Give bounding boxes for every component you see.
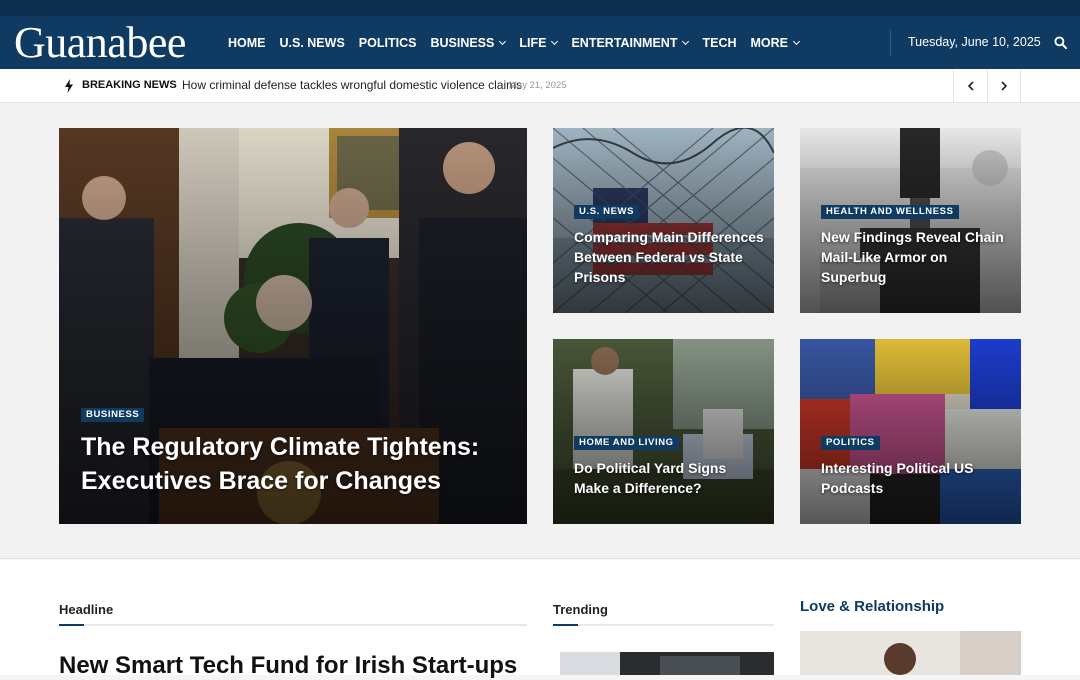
site-header: Guanabee HOME U.S. NEWS POLITICS BUSINES… — [0, 16, 1080, 69]
featured-title[interactable]: Interesting Political US Podcasts — [821, 458, 1011, 498]
current-date: Tuesday, June 10, 2025 — [908, 35, 1041, 49]
category-badge[interactable]: U.S. NEWS — [574, 205, 640, 219]
nav-label: ENTERTAINMENT — [571, 35, 678, 50]
nav-label: U.S. NEWS — [279, 35, 345, 50]
section-divider — [553, 624, 774, 626]
chevron-down-icon — [682, 37, 690, 45]
search-icon[interactable] — [1054, 36, 1067, 49]
love-thumbnail[interactable] — [800, 631, 1021, 675]
breaking-prev-button[interactable] — [953, 69, 987, 102]
featured-card-health[interactable]: HEALTH AND WELLNESS New Findings Reveal … — [800, 128, 1021, 313]
featured-card-us-news[interactable]: U.S. NEWS Comparing Main Differences Bet… — [553, 128, 774, 313]
featured-grid: BUSINESS The Regulatory Climate Tightens… — [0, 103, 1080, 559]
main-nav: HOME U.S. NEWS POLITICS BUSINESS LIFE EN… — [222, 16, 807, 69]
featured-card-politics[interactable]: POLITICS Interesting Political US Podcas… — [800, 339, 1021, 524]
featured-card-home[interactable]: HOME AND LIVING Do Political Yard Signs … — [553, 339, 774, 524]
nav-label: TECH — [702, 35, 737, 50]
category-badge[interactable]: POLITICS — [821, 436, 880, 450]
lightning-icon — [65, 79, 73, 93]
featured-title[interactable]: New Findings Reveal Chain Mail-Like Armo… — [821, 227, 1011, 287]
featured-title[interactable]: Comparing Main Differences Between Feder… — [574, 227, 764, 287]
section-divider — [59, 624, 527, 626]
nav-more[interactable]: MORE — [745, 16, 806, 69]
featured-card-main[interactable]: BUSINESS The Regulatory Climate Tightens… — [59, 128, 527, 524]
nav-life[interactable]: LIFE — [513, 16, 563, 69]
featured-title[interactable]: The Regulatory Climate Tightens: Executi… — [81, 430, 501, 498]
nav-politics[interactable]: POLITICS — [353, 16, 423, 69]
chevron-down-icon — [499, 37, 507, 45]
chevron-right-icon — [1001, 80, 1008, 91]
site-logo[interactable]: Guanabee — [0, 16, 222, 69]
nav-us-news[interactable]: U.S. NEWS — [274, 16, 351, 69]
header-divider — [890, 30, 891, 56]
trending-thumbnail[interactable] — [560, 652, 774, 675]
section-accent — [59, 624, 84, 626]
top-strip — [0, 0, 1080, 16]
lower-sections: Headline Trending Love & Relationship Ne… — [0, 560, 1080, 679]
nav-tech[interactable]: TECH — [696, 16, 742, 69]
breaking-date: May 21, 2025 — [509, 80, 567, 91]
nav-label: MORE — [750, 35, 789, 50]
nav-business[interactable]: BUSINESS — [424, 16, 511, 69]
breaking-headline[interactable]: How criminal defense tackles wrongful do… — [182, 69, 522, 102]
chevron-down-icon — [551, 37, 559, 45]
breaking-label: BREAKING NEWS — [82, 79, 177, 91]
nav-home[interactable]: HOME — [222, 16, 272, 69]
nav-label: POLITICS — [358, 35, 417, 50]
nav-label: LIFE — [519, 35, 547, 50]
section-title-trending: Trending — [553, 602, 608, 617]
chevron-left-icon — [967, 80, 974, 91]
category-badge[interactable]: HOME AND LIVING — [574, 436, 679, 450]
section-accent — [553, 624, 578, 626]
category-badge[interactable]: HEALTH AND WELLNESS — [821, 205, 959, 219]
headline-story-title[interactable]: New Smart Tech Fund for Irish Start-ups — [59, 652, 517, 680]
breaking-news-bar: BREAKING NEWS How criminal defense tackl… — [0, 69, 1080, 103]
chevron-down-icon — [792, 37, 801, 45]
section-title-headline: Headline — [59, 602, 114, 617]
nav-label: BUSINESS — [430, 35, 495, 50]
breaking-next-button[interactable] — [987, 69, 1021, 102]
nav-entertainment[interactable]: ENTERTAINMENT — [565, 16, 694, 69]
nav-label: HOME — [228, 35, 266, 50]
featured-title[interactable]: Do Political Yard Signs Make a Differenc… — [574, 458, 764, 498]
section-title-love[interactable]: Love & Relationship — [800, 598, 944, 615]
category-badge[interactable]: BUSINESS — [81, 408, 145, 422]
